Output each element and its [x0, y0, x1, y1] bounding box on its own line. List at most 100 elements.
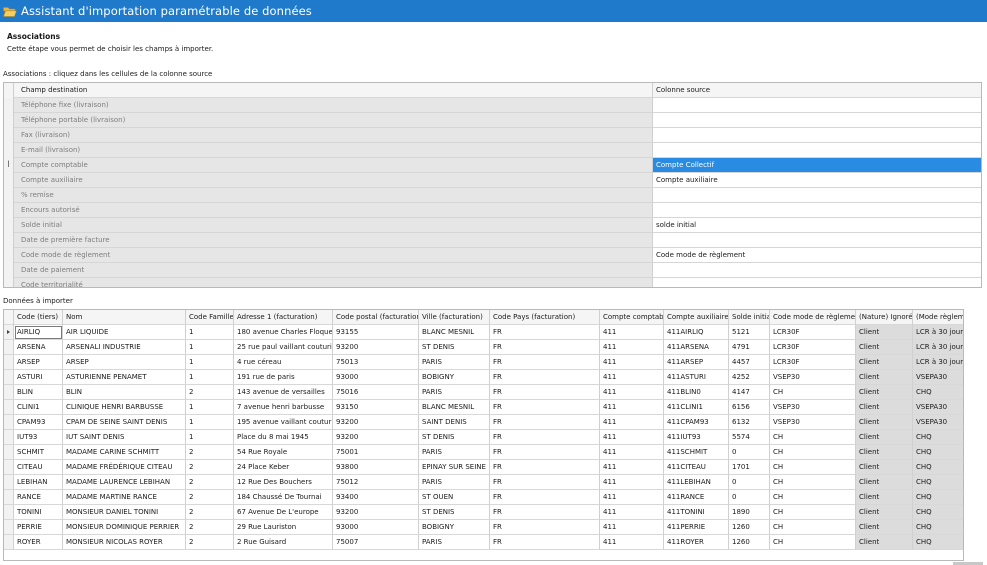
- table-cell[interactable]: SCHMIT: [14, 445, 63, 460]
- table-cell[interactable]: MADAME LAURENCE LEBIHAN: [63, 475, 186, 490]
- table-cell[interactable]: 411ASTURI: [664, 370, 729, 385]
- table-cell[interactable]: 93000: [333, 520, 419, 535]
- table-cell[interactable]: CLINI1: [14, 400, 63, 415]
- table-cell[interactable]: 25 rue paul vaillant couturier: [234, 340, 333, 355]
- column-header[interactable]: (Nature) Ignoré: [856, 310, 913, 325]
- table-cell[interactable]: 411ROYER: [664, 535, 729, 550]
- table-cell[interactable]: LEBIHAN: [14, 475, 63, 490]
- table-cell[interactable]: VSEP30: [770, 415, 856, 430]
- table-cell[interactable]: PARIS: [419, 385, 490, 400]
- table-cell[interactable]: 2: [186, 535, 234, 550]
- table-cell[interactable]: Client: [856, 535, 913, 550]
- table-cell[interactable]: FR: [490, 370, 600, 385]
- table-cell[interactable]: 411BLIN0: [664, 385, 729, 400]
- table-cell[interactable]: 1: [186, 355, 234, 370]
- table-cell[interactable]: 4457: [729, 355, 770, 370]
- table-cell[interactable]: 411ARSENA: [664, 340, 729, 355]
- table-cell[interactable]: 29 Rue Lauriston: [234, 520, 333, 535]
- table-cell[interactable]: FR: [490, 430, 600, 445]
- table-cell[interactable]: FR: [490, 505, 600, 520]
- table-cell[interactable]: 411: [600, 535, 664, 550]
- association-row[interactable]: E-mail (livraison): [4, 143, 981, 158]
- association-row[interactable]: Compte auxiliaire Compte auxiliaire: [4, 173, 981, 188]
- table-row[interactable]: TONINI MONSIEUR DANIEL TONINI 2 67 Avenue D…: [4, 505, 963, 520]
- table-cell[interactable]: 1: [186, 370, 234, 385]
- table-cell[interactable]: 411: [600, 460, 664, 475]
- table-cell[interactable]: FR: [490, 325, 600, 340]
- table-cell[interactable]: 2: [186, 385, 234, 400]
- table-cell[interactable]: 24 Place Keber: [234, 460, 333, 475]
- table-cell[interactable]: MADAME FRÉDÉRIQUE CITEAU: [63, 460, 186, 475]
- table-cell[interactable]: VSEPA30: [913, 415, 963, 430]
- table-cell[interactable]: CHQ: [913, 385, 963, 400]
- table-cell[interactable]: CITEAU: [14, 460, 63, 475]
- association-row[interactable]: Solde initial solde initial: [4, 218, 981, 233]
- table-cell[interactable]: LCR à 30 jours Fin de Mois: [913, 340, 963, 355]
- table-cell[interactable]: 1: [186, 400, 234, 415]
- table-cell[interactable]: VSEPA30: [913, 400, 963, 415]
- table-cell[interactable]: FR: [490, 355, 600, 370]
- column-header-dest[interactable]: Champ destination: [14, 83, 653, 98]
- table-cell[interactable]: 1: [186, 325, 234, 340]
- association-row[interactable]: Code territorialité: [4, 278, 981, 287]
- table-cell[interactable]: ST DENIS: [419, 430, 490, 445]
- source-column-cell[interactable]: Code mode de règlement: [653, 248, 981, 263]
- table-cell[interactable]: 12 Rue Des Bouchers: [234, 475, 333, 490]
- table-cell[interactable]: PARIS: [419, 445, 490, 460]
- column-header[interactable]: Compte auxiliaire: [664, 310, 729, 325]
- source-column-cell[interactable]: [653, 98, 981, 113]
- table-cell[interactable]: 1: [186, 340, 234, 355]
- association-row[interactable]: Code mode de règlement Code mode de règle…: [4, 248, 981, 263]
- association-row[interactable]: Fax (livraison): [4, 128, 981, 143]
- table-cell[interactable]: PERRIE: [14, 520, 63, 535]
- table-cell[interactable]: 411: [600, 475, 664, 490]
- table-cell[interactable]: FR: [490, 340, 600, 355]
- table-row[interactable]: RANCE MADAME MARTINE RANCE 2 184 Chaussé De…: [4, 490, 963, 505]
- table-row[interactable]: ARSEP ARSEP 1 4 rue céreau 75013 PARIS FR 411 41…: [4, 355, 963, 370]
- table-cell[interactable]: 93150: [333, 400, 419, 415]
- table-cell[interactable]: Client: [856, 505, 913, 520]
- table-cell[interactable]: VSEP30: [770, 370, 856, 385]
- table-cell[interactable]: 2: [186, 445, 234, 460]
- table-cell[interactable]: Client: [856, 385, 913, 400]
- table-cell[interactable]: 411SCHMIT: [664, 445, 729, 460]
- table-cell[interactable]: 4252: [729, 370, 770, 385]
- table-cell[interactable]: 6156: [729, 400, 770, 415]
- table-cell[interactable]: 143 avenue de versailles: [234, 385, 333, 400]
- table-row[interactable]: SCHMIT MADAME CARINE SCHMITT 2 54 Rue Royal…: [4, 445, 963, 460]
- table-cell[interactable]: MADAME MARTINE RANCE: [63, 490, 186, 505]
- table-cell[interactable]: BLIN: [14, 385, 63, 400]
- table-cell[interactable]: 7 avenue henri barbusse: [234, 400, 333, 415]
- table-cell[interactable]: CLINIQUE HENRI BARBUSSE: [63, 400, 186, 415]
- table-cell[interactable]: 75007: [333, 535, 419, 550]
- table-cell[interactable]: 411CLINI1: [664, 400, 729, 415]
- column-header[interactable]: Code postal (facturation): [333, 310, 419, 325]
- table-cell[interactable]: LCR30F: [770, 325, 856, 340]
- table-cell[interactable]: 1260: [729, 535, 770, 550]
- table-cell[interactable]: AIRLIQ: [14, 325, 63, 340]
- table-cell[interactable]: 2: [186, 475, 234, 490]
- table-cell[interactable]: 93200: [333, 415, 419, 430]
- table-cell[interactable]: Client: [856, 520, 913, 535]
- table-row[interactable]: AIRLIQ AIR LIQUIDE 1 180 avenue Charles Flo…: [4, 325, 963, 340]
- table-cell[interactable]: CH: [770, 505, 856, 520]
- table-row[interactable]: ASTURI ASTURIENNE PENAMET 1 191 rue de pari…: [4, 370, 963, 385]
- table-cell[interactable]: CH: [770, 430, 856, 445]
- table-cell[interactable]: ARSENALI INDUSTRIE: [63, 340, 186, 355]
- table-cell[interactable]: CHQ: [913, 475, 963, 490]
- table-cell[interactable]: 4 rue céreau: [234, 355, 333, 370]
- table-cell[interactable]: MONSIEUR DANIEL TONINI: [63, 505, 186, 520]
- table-cell[interactable]: 75013: [333, 355, 419, 370]
- table-cell[interactable]: CHQ: [913, 490, 963, 505]
- table-cell[interactable]: 411: [600, 385, 664, 400]
- table-cell[interactable]: 4791: [729, 340, 770, 355]
- table-cell[interactable]: BLIN: [63, 385, 186, 400]
- table-cell[interactable]: EPINAY SUR SEINE: [419, 460, 490, 475]
- table-cell[interactable]: CHQ: [913, 520, 963, 535]
- table-cell[interactable]: 67 Avenue De L'europe: [234, 505, 333, 520]
- table-cell[interactable]: 411AIRLIQ: [664, 325, 729, 340]
- source-column-cell[interactable]: Compte auxiliaire: [653, 173, 981, 188]
- table-cell[interactable]: 2 Rue Guisard: [234, 535, 333, 550]
- table-cell[interactable]: Client: [856, 355, 913, 370]
- table-cell[interactable]: BLANC MESNIL: [419, 400, 490, 415]
